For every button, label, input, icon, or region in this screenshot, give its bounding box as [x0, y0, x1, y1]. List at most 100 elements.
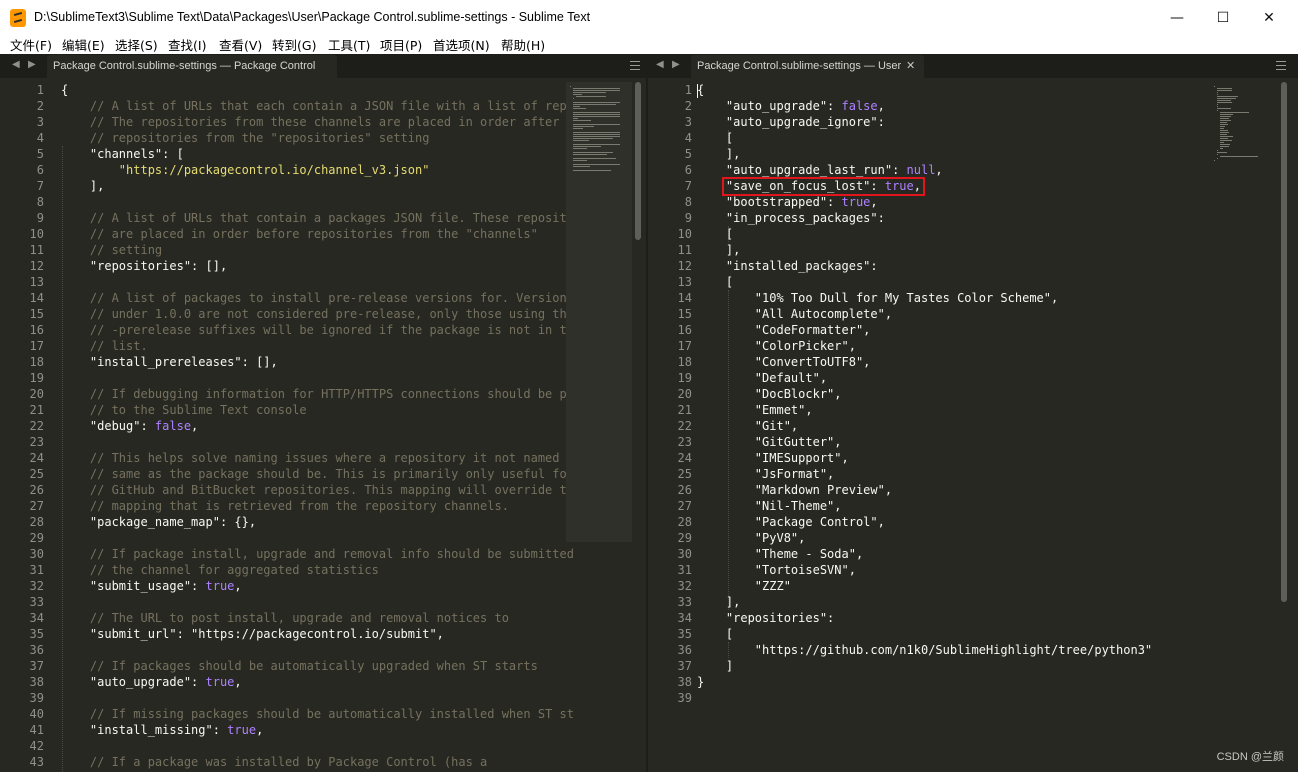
- line-number: 9: [36, 211, 44, 225]
- line-number: 27: [29, 499, 44, 513]
- code-token: // to the Sublime Text console: [61, 403, 307, 417]
- minimap[interactable]: [566, 82, 632, 542]
- line-number: 29: [29, 531, 44, 545]
- minimap-line: [1219, 144, 1231, 145]
- pane-menu-icon[interactable]: [1276, 61, 1286, 70]
- menu-view[interactable]: 查看(V): [219, 35, 262, 54]
- code-token: "installed_packages":: [697, 259, 878, 273]
- code-line: "submit_url": "https://packagecontrol.io…: [61, 626, 574, 642]
- code-line: // repositories from the "repositories" …: [61, 130, 574, 146]
- minimap[interactable]: [1210, 82, 1278, 162]
- code-token: "https://github.com/n1k0/SublimeHighligh…: [697, 643, 1153, 657]
- minimap-line: [1219, 156, 1259, 157]
- code-line: {: [697, 82, 1152, 98]
- scrollbar-thumb[interactable]: [1281, 82, 1287, 602]
- line-number: 26: [29, 483, 44, 497]
- maximize-button[interactable]: ☐: [1200, 0, 1246, 36]
- watermark: CSDN @兰颜: [1216, 751, 1284, 763]
- code-token: // are placed in order before repositori…: [61, 227, 538, 241]
- minimap-line: [572, 154, 608, 155]
- minimap-line: [1219, 124, 1228, 125]
- minimap-line: [1219, 114, 1233, 115]
- tab-package-control-default[interactable]: Package Control.sublime-settings — Packa…: [47, 55, 337, 78]
- line-number: 1: [36, 83, 44, 97]
- line-number: 21: [29, 403, 44, 417]
- tab-package-control-user[interactable]: Package Control.sublime-settings — User …: [691, 55, 924, 78]
- pane-menu-icon[interactable]: [630, 61, 640, 70]
- code-token: "Git",: [697, 419, 799, 433]
- tab-back-icon[interactable]: ◀: [656, 59, 664, 70]
- title-bar: D:\SublimeText3\Sublime Text\Data\Packag…: [0, 0, 1298, 36]
- menu-selection[interactable]: 选择(S): [115, 35, 158, 54]
- code-token: "GitGutter",: [697, 435, 842, 449]
- close-button[interactable]: ✕: [1246, 0, 1292, 36]
- code-line: "repositories":: [697, 610, 1152, 626]
- menu-edit[interactable]: 编辑(E): [62, 35, 105, 54]
- code-token: "CodeFormatter",: [697, 323, 871, 337]
- code-line: "DocBlockr",: [697, 386, 1152, 402]
- line-number: 33: [29, 595, 44, 609]
- code-line: // -prerelease suffixes will be ignored …: [61, 322, 574, 338]
- minimap-line: [1219, 148, 1224, 149]
- menu-file[interactable]: 文件(F): [10, 35, 52, 54]
- minimap-line: [1219, 126, 1226, 127]
- tab-close-icon[interactable]: ✕: [906, 55, 915, 78]
- code-token: // setting: [61, 243, 163, 257]
- vertical-scrollbar[interactable]: [634, 82, 642, 772]
- tab-forward-icon[interactable]: ▶: [28, 59, 36, 70]
- line-number: 12: [677, 259, 692, 273]
- minimap-line: [572, 136, 620, 137]
- code-token: "ColorPicker",: [697, 339, 856, 353]
- minimap-line: [572, 166, 590, 167]
- line-number: 7: [36, 179, 44, 193]
- menu-goto[interactable]: 转到(G): [272, 35, 316, 54]
- code-token: {: [61, 83, 69, 97]
- minimap-line: [1216, 98, 1236, 99]
- menu-preferences[interactable]: 首选项(N): [433, 35, 490, 54]
- code-line: "installed_packages":: [697, 258, 1152, 274]
- code-line: // If packages should be automatically u…: [61, 658, 574, 674]
- code-line: // A list of URLs that contain a package…: [61, 210, 574, 226]
- line-number: 7: [684, 179, 692, 193]
- minimap-line: [1219, 134, 1228, 135]
- line-number: 6: [684, 163, 692, 177]
- minimap-line: [1219, 142, 1225, 143]
- line-number: 3: [684, 115, 692, 129]
- code-token: "install_prereleases": [],: [61, 355, 278, 369]
- tab-back-icon[interactable]: ◀: [12, 59, 20, 70]
- menu-help[interactable]: 帮助(H): [501, 35, 545, 54]
- code-token: ],: [61, 179, 105, 193]
- line-number: 30: [677, 547, 692, 561]
- minimap-line: [572, 152, 614, 153]
- code-line: // If missing packages should be automat…: [61, 706, 574, 722]
- code-line: "auto_upgrade": true,: [61, 674, 574, 690]
- line-number: 14: [29, 291, 44, 305]
- code-token: // If a package was installed by Package…: [61, 755, 488, 769]
- minimap-line: [1216, 102, 1233, 103]
- menu-tools[interactable]: 工具(T): [328, 35, 370, 54]
- code-token: "Nil-Theme",: [697, 499, 842, 513]
- line-number: 8: [684, 195, 692, 209]
- code-token: "Markdown Preview",: [697, 483, 893, 497]
- code-line: "Git",: [697, 418, 1152, 434]
- line-number: 11: [677, 243, 692, 257]
- minimap-line: [572, 90, 620, 91]
- code-area[interactable]: { "auto_upgrade": false, "auto_upgrade_i…: [697, 82, 1152, 706]
- code-line: // If debugging information for HTTP/HTT…: [61, 386, 574, 402]
- code-line: // list.: [61, 338, 574, 354]
- menu-project[interactable]: 项目(P): [380, 35, 422, 54]
- code-token: "IMESupport",: [697, 451, 849, 465]
- tab-label: Package Control.sublime-settings — User: [697, 60, 902, 72]
- scrollbar-thumb[interactable]: [635, 82, 641, 240]
- menu-find[interactable]: 查找(I): [168, 35, 206, 54]
- code-line: // GitHub and BitBucket repositories. Th…: [61, 482, 574, 498]
- vertical-scrollbar[interactable]: [1280, 82, 1288, 772]
- line-number: 23: [29, 435, 44, 449]
- line-number: 20: [677, 387, 692, 401]
- tab-forward-icon[interactable]: ▶: [672, 59, 680, 70]
- minimize-button[interactable]: —: [1154, 0, 1200, 36]
- line-number: 12: [29, 259, 44, 273]
- code-area[interactable]: { // A list of URLs that each contain a …: [61, 82, 574, 770]
- line-number: 18: [29, 355, 44, 369]
